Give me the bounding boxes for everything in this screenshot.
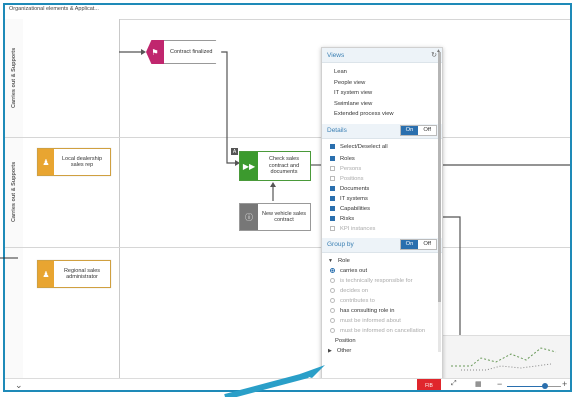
- callout-arrow: [0, 257, 325, 397]
